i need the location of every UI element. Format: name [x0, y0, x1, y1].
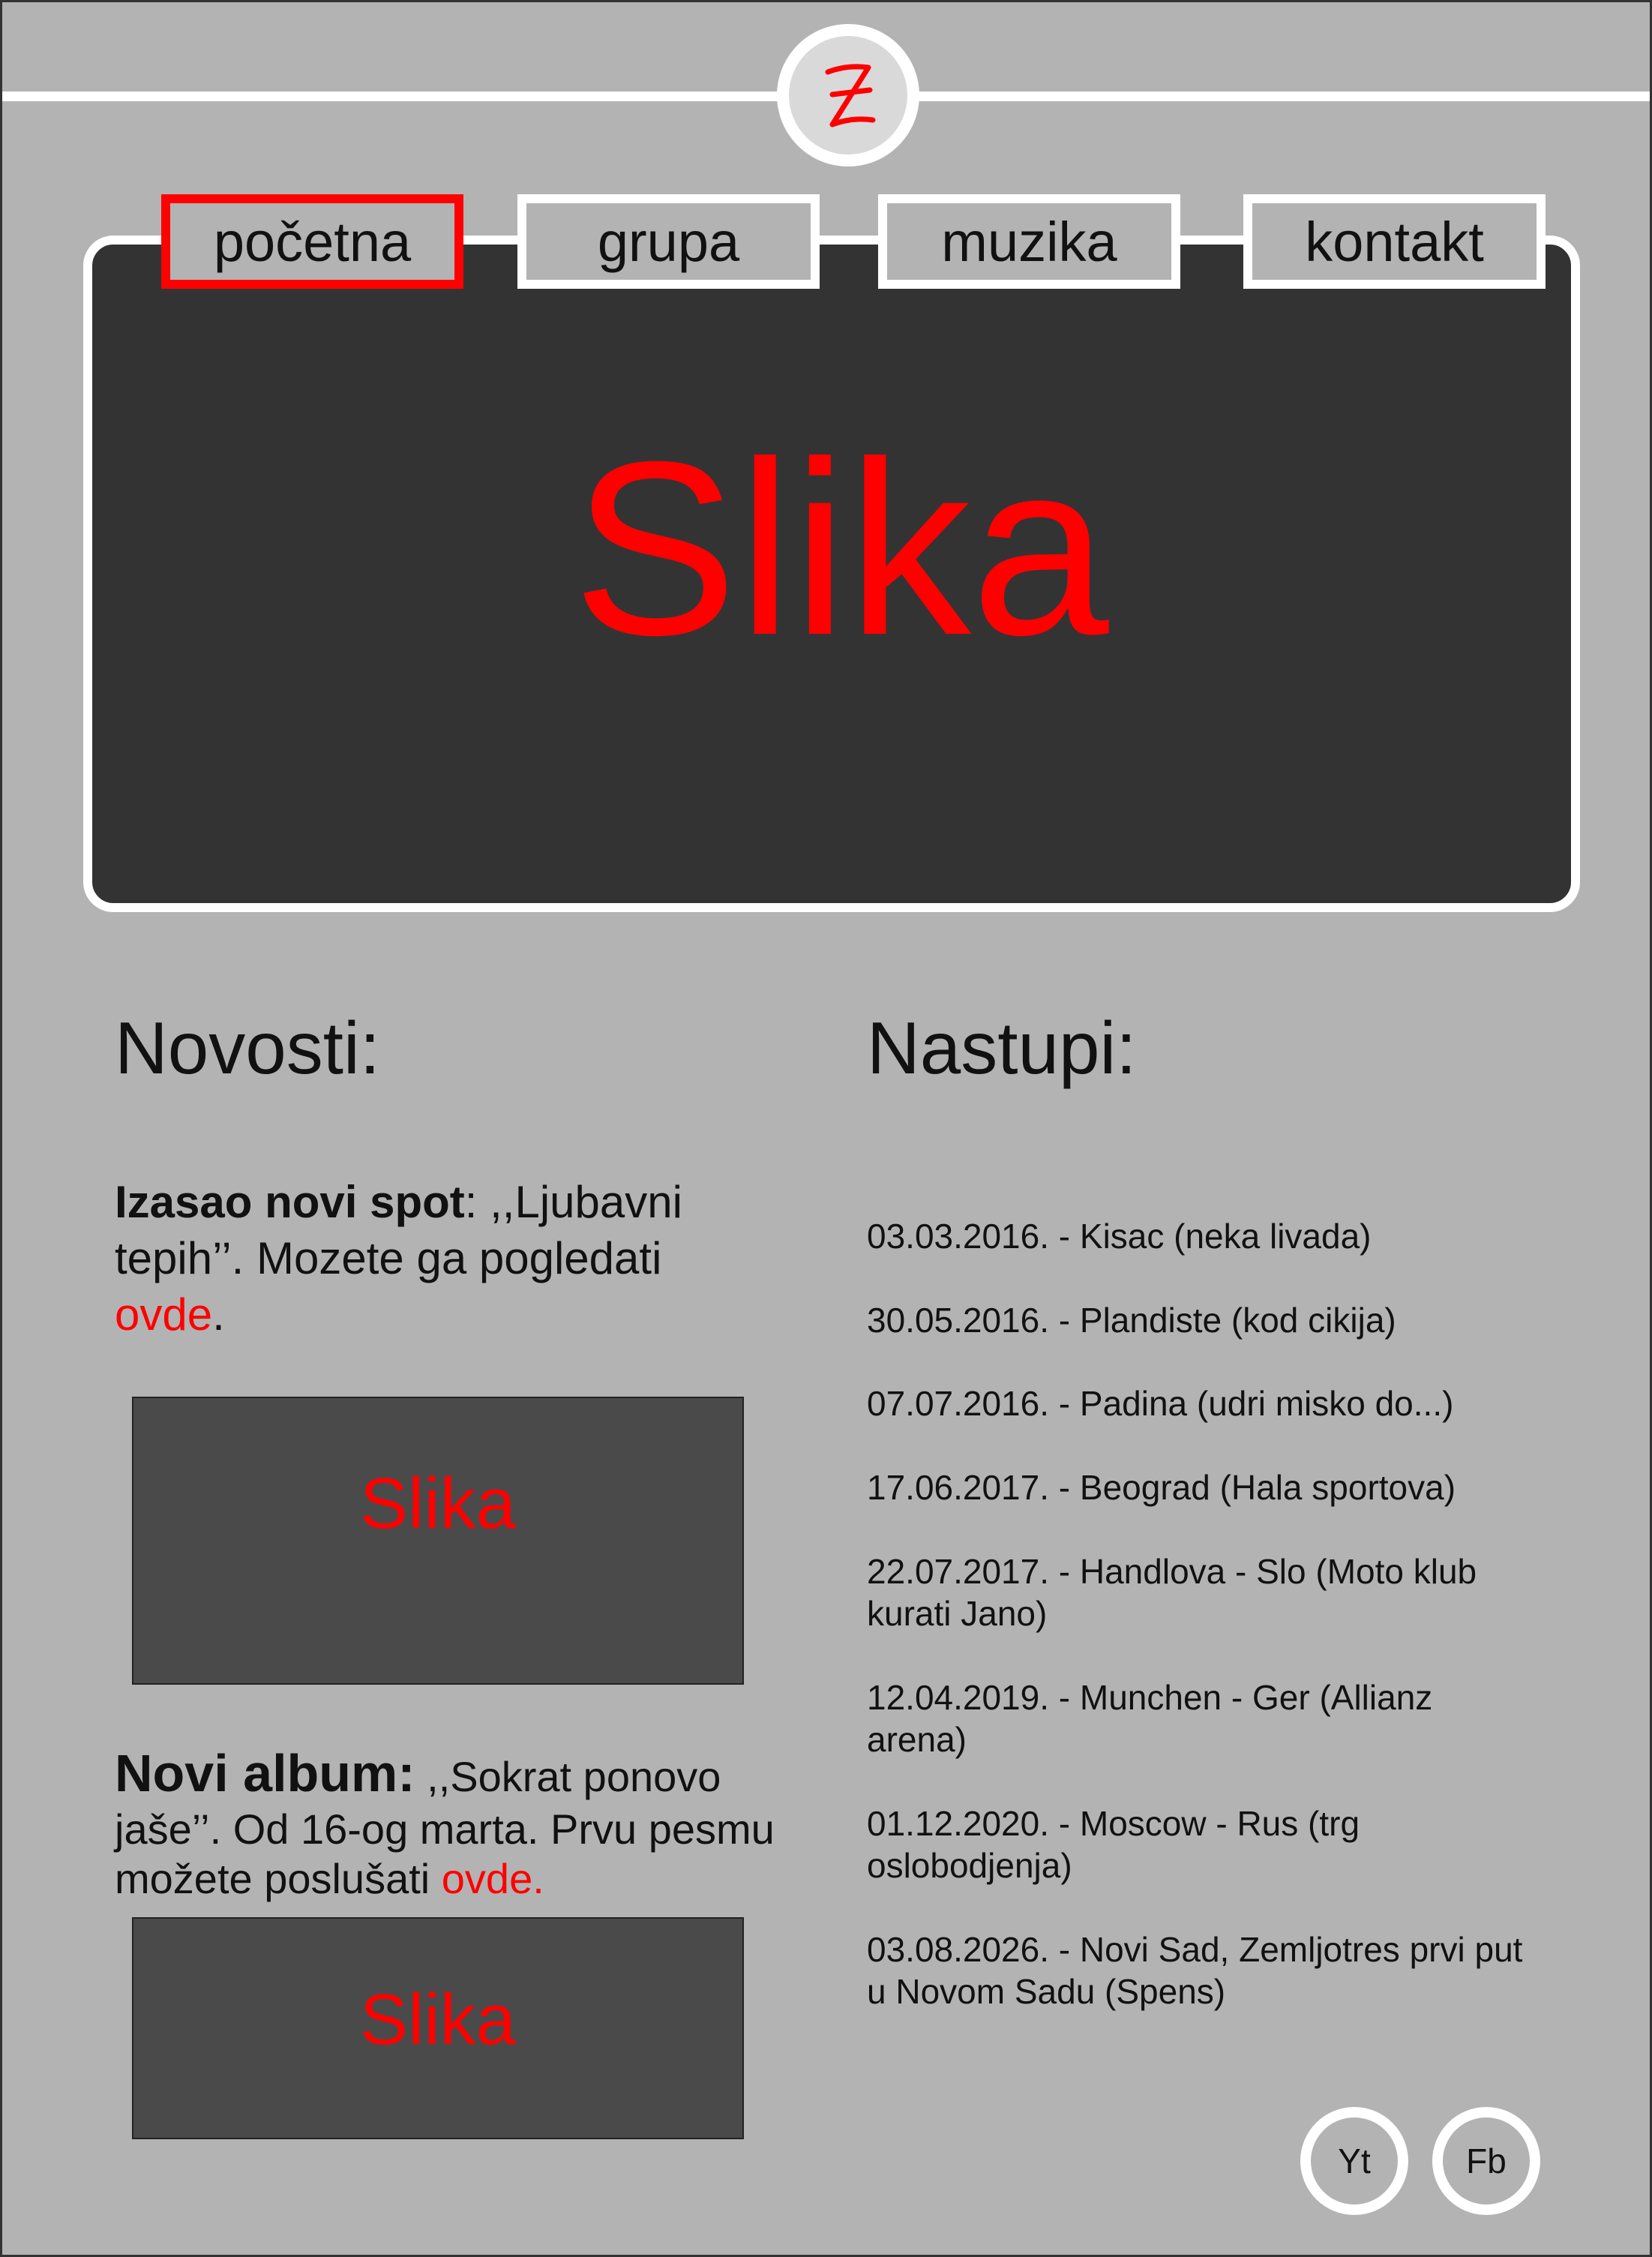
- hero-image-placeholder: Slika: [572, 410, 1109, 686]
- news-heading: Izasao novi spot: [115, 1177, 465, 1227]
- gigs-title: Nastupi:: [867, 1007, 1137, 1089]
- youtube-icon: Yt: [1311, 2117, 1398, 2204]
- news-image-placeholder: Slika: [132, 1397, 744, 1685]
- facebook-icon: Fb: [1443, 2117, 1530, 2204]
- logo[interactable]: [777, 24, 919, 167]
- gig-item: 03.08.2026. - Novi Sad, Zemljotres prvi …: [867, 1930, 1523, 2012]
- gig-item: 07.07.2016. - Padina (udri misko do...): [867, 1384, 1454, 1423]
- gig-item: 01.12.2020. - Moscow - Rus (trg oslobodj…: [867, 1804, 1360, 1886]
- youtube-button[interactable]: Yt: [1300, 2107, 1408, 2215]
- facebook-button[interactable]: Fb: [1432, 2107, 1540, 2215]
- gig-item: 03.03.2016. - Kisac (neka livada): [867, 1217, 1372, 1256]
- news-link[interactable]: ovde.: [442, 1855, 544, 1902]
- tab-kontakt[interactable]: kontakt: [1243, 194, 1546, 289]
- image-placeholder-label: Slika: [359, 1463, 517, 1544]
- gig-item: 17.06.2017. - Beograd (Hala sportova): [867, 1468, 1456, 1507]
- page: Slika početna grupa muzika kontakt Novos…: [0, 0, 1652, 2257]
- hero-banner: Slika: [83, 236, 1580, 912]
- z-logo-icon: [789, 36, 907, 155]
- tab-muzika[interactable]: muzika: [878, 194, 1180, 289]
- gig-item: 22.07.2017. - Handlova - Slo (Moto klub …: [867, 1552, 1477, 1634]
- news-heading: Novi album:: [115, 1744, 415, 1802]
- gig-item: 30.05.2016. - Plandiste (kod cikija): [867, 1301, 1396, 1340]
- news-title: Novosti:: [115, 1007, 381, 1089]
- image-placeholder-label: Slika: [359, 1979, 517, 2060]
- news-image-placeholder: Slika: [132, 1917, 744, 2139]
- gig-item: 12.04.2019. - Munchen - Ger (Allianz are…: [867, 1678, 1433, 1760]
- news-item: Novi album: ,,Sokrat ponovo jaše’’. Od 1…: [115, 1742, 775, 1904]
- news-link[interactable]: ovde: [115, 1289, 212, 1340]
- tab-grupa[interactable]: grupa: [517, 194, 820, 289]
- news-text-end: .: [212, 1289, 225, 1340]
- tab-pocetna[interactable]: početna: [161, 194, 463, 289]
- news-item: Izasao novi spot: ,,Ljubavni tepih’’. Mo…: [115, 1174, 775, 1343]
